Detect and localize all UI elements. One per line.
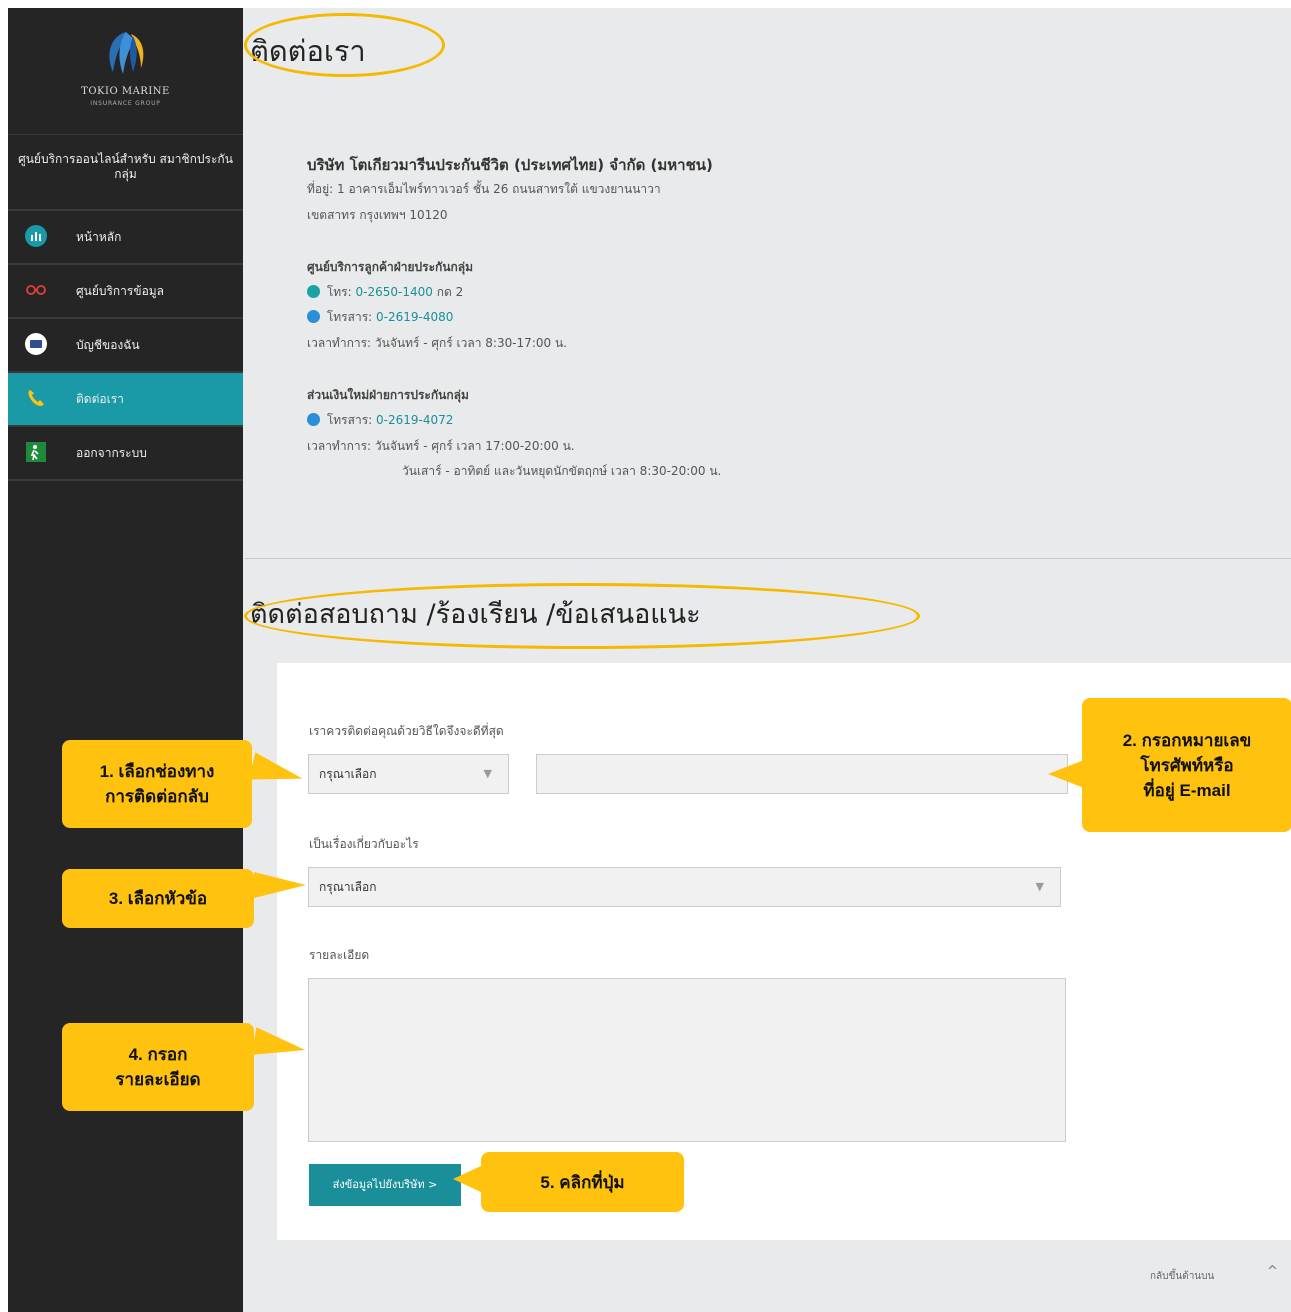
fax-link[interactable]: 0-2619-4080	[376, 310, 453, 324]
contact-method-select[interactable]: กรุณาเลือก ▼	[308, 754, 509, 794]
chevron-up-icon[interactable]: ^	[1267, 1264, 1278, 1279]
contact-method-label: เราควรติดต่อคุณด้วยวิธีใดจึงจะดีที่สุด	[309, 724, 504, 738]
fax-line: โทรสาร: 0-2619-4080	[307, 308, 453, 327]
callout-step-1: 1. เลือกช่องทาง การติดต่อกลับ	[62, 740, 252, 828]
submit-button[interactable]: ส่งข้อมูลไปยังบริษัท >	[309, 1164, 461, 1206]
detail-label: รายละเอียด	[309, 948, 370, 962]
sidebar-item-info-center[interactable]: ศูนย์บริการข้อมูล	[8, 265, 243, 319]
logo-text: TOKIO MARINE	[81, 86, 170, 97]
logo-subtext: INSURANCE GROUP	[90, 100, 161, 107]
renewal-hours-1: เวลาทำการ: วันจันทร์ - ศุกร์ เวลา 17:00-…	[307, 439, 575, 453]
section-divider	[245, 558, 1291, 559]
phone-icon	[307, 285, 320, 298]
tokio-marine-logo-icon	[109, 32, 144, 74]
renewal-fax-line: โทรสาร: 0-2619-4072	[307, 411, 453, 430]
topic-select[interactable]: กรุณาเลือก ▼	[308, 867, 1061, 907]
renewal-fax-link[interactable]: 0-2619-4072	[376, 413, 453, 427]
topic-label: เป็นเรื่องเกี่ยวกับอะไร	[309, 837, 419, 851]
glasses-icon	[26, 285, 46, 295]
detail-textarea[interactable]	[308, 978, 1066, 1142]
sidebar-item-contact[interactable]: ติดต่อเรา	[8, 373, 243, 427]
address-line-1: ที่อยู่: 1 อาคารเอ็มไพร์ทาวเวอร์ ชั้น 26…	[307, 182, 661, 196]
company-logo[interactable]: TOKIO MARINE INSURANCE GROUP	[8, 8, 243, 135]
sidebar-item-label: ติดต่อเรา	[76, 392, 124, 406]
chevron-down-icon: ▼	[1035, 880, 1044, 893]
sidebar-item-home[interactable]: หน้าหลัก	[8, 211, 243, 265]
title-highlight-ring	[244, 13, 445, 77]
chevron-down-icon: ▼	[483, 767, 492, 780]
phone-link[interactable]: 0-2650-1400	[356, 285, 433, 299]
callout-step-4: 4. กรอก รายละเอียด	[62, 1023, 254, 1111]
customer-center-title: ศูนย์บริการลูกค้าฝ่ายประกันกลุ่ม	[307, 260, 474, 274]
sidebar-item-label: บัญชีของฉัน	[76, 338, 140, 352]
phone-icon	[28, 390, 44, 406]
back-to-top-link[interactable]: กลับขึ้นด้านบน	[1150, 1269, 1214, 1284]
account-card-icon	[25, 333, 47, 355]
exit-icon	[26, 442, 46, 462]
fax-icon	[307, 310, 320, 323]
sidebar-item-my-account[interactable]: บัญชีของฉัน	[8, 319, 243, 373]
service-title: ศูนย์บริการออนไลน์สำหรับ สมาชิกประกันกลุ…	[8, 135, 243, 211]
office-hours: เวลาทำการ: วันจันทร์ - ศุกร์ เวลา 8:30-1…	[307, 336, 567, 350]
callout-step-3: 3. เลือกหัวข้อ	[62, 869, 254, 928]
fax-icon	[307, 413, 320, 426]
callout-pointer	[254, 872, 306, 898]
callout-pointer	[453, 1165, 483, 1193]
sidebar-item-label: ออกจากระบบ	[76, 446, 147, 460]
sidebar-item-label: ศูนย์บริการข้อมูล	[76, 284, 165, 298]
form-title-highlight-ring	[244, 583, 920, 649]
callout-step-2: 2. กรอกหมายเลข โทรศัพท์หรือ ที่อยู่ E-ma…	[1082, 698, 1291, 832]
contact-value-input[interactable]	[536, 754, 1068, 794]
company-name: บริษัท โตเกียวมารีนประกันชีวิต (ประเทศไท…	[307, 156, 713, 174]
renewal-dept-title: ส่วนเงินใหม่ฝ่ายการประกันกลุ่ม	[307, 388, 469, 402]
home-icon	[25, 225, 47, 247]
phone-line: โทร: 0-2650-1400 กด 2	[307, 283, 463, 302]
sidebar: TOKIO MARINE INSURANCE GROUP ศูนย์บริการ…	[8, 8, 243, 1312]
sidebar-item-label: หน้าหลัก	[76, 230, 122, 244]
callout-step-5: 5. คลิกที่ปุ่ม	[481, 1152, 684, 1212]
sidebar-item-logout[interactable]: ออกจากระบบ	[8, 427, 243, 481]
callout-pointer	[1048, 760, 1084, 788]
renewal-hours-2: วันเสาร์ - อาทิตย์ และวันหยุดนักขัตฤกษ์ …	[402, 464, 722, 478]
address-line-2: เขตสาทร กรุงเทพฯ 10120	[307, 208, 448, 222]
